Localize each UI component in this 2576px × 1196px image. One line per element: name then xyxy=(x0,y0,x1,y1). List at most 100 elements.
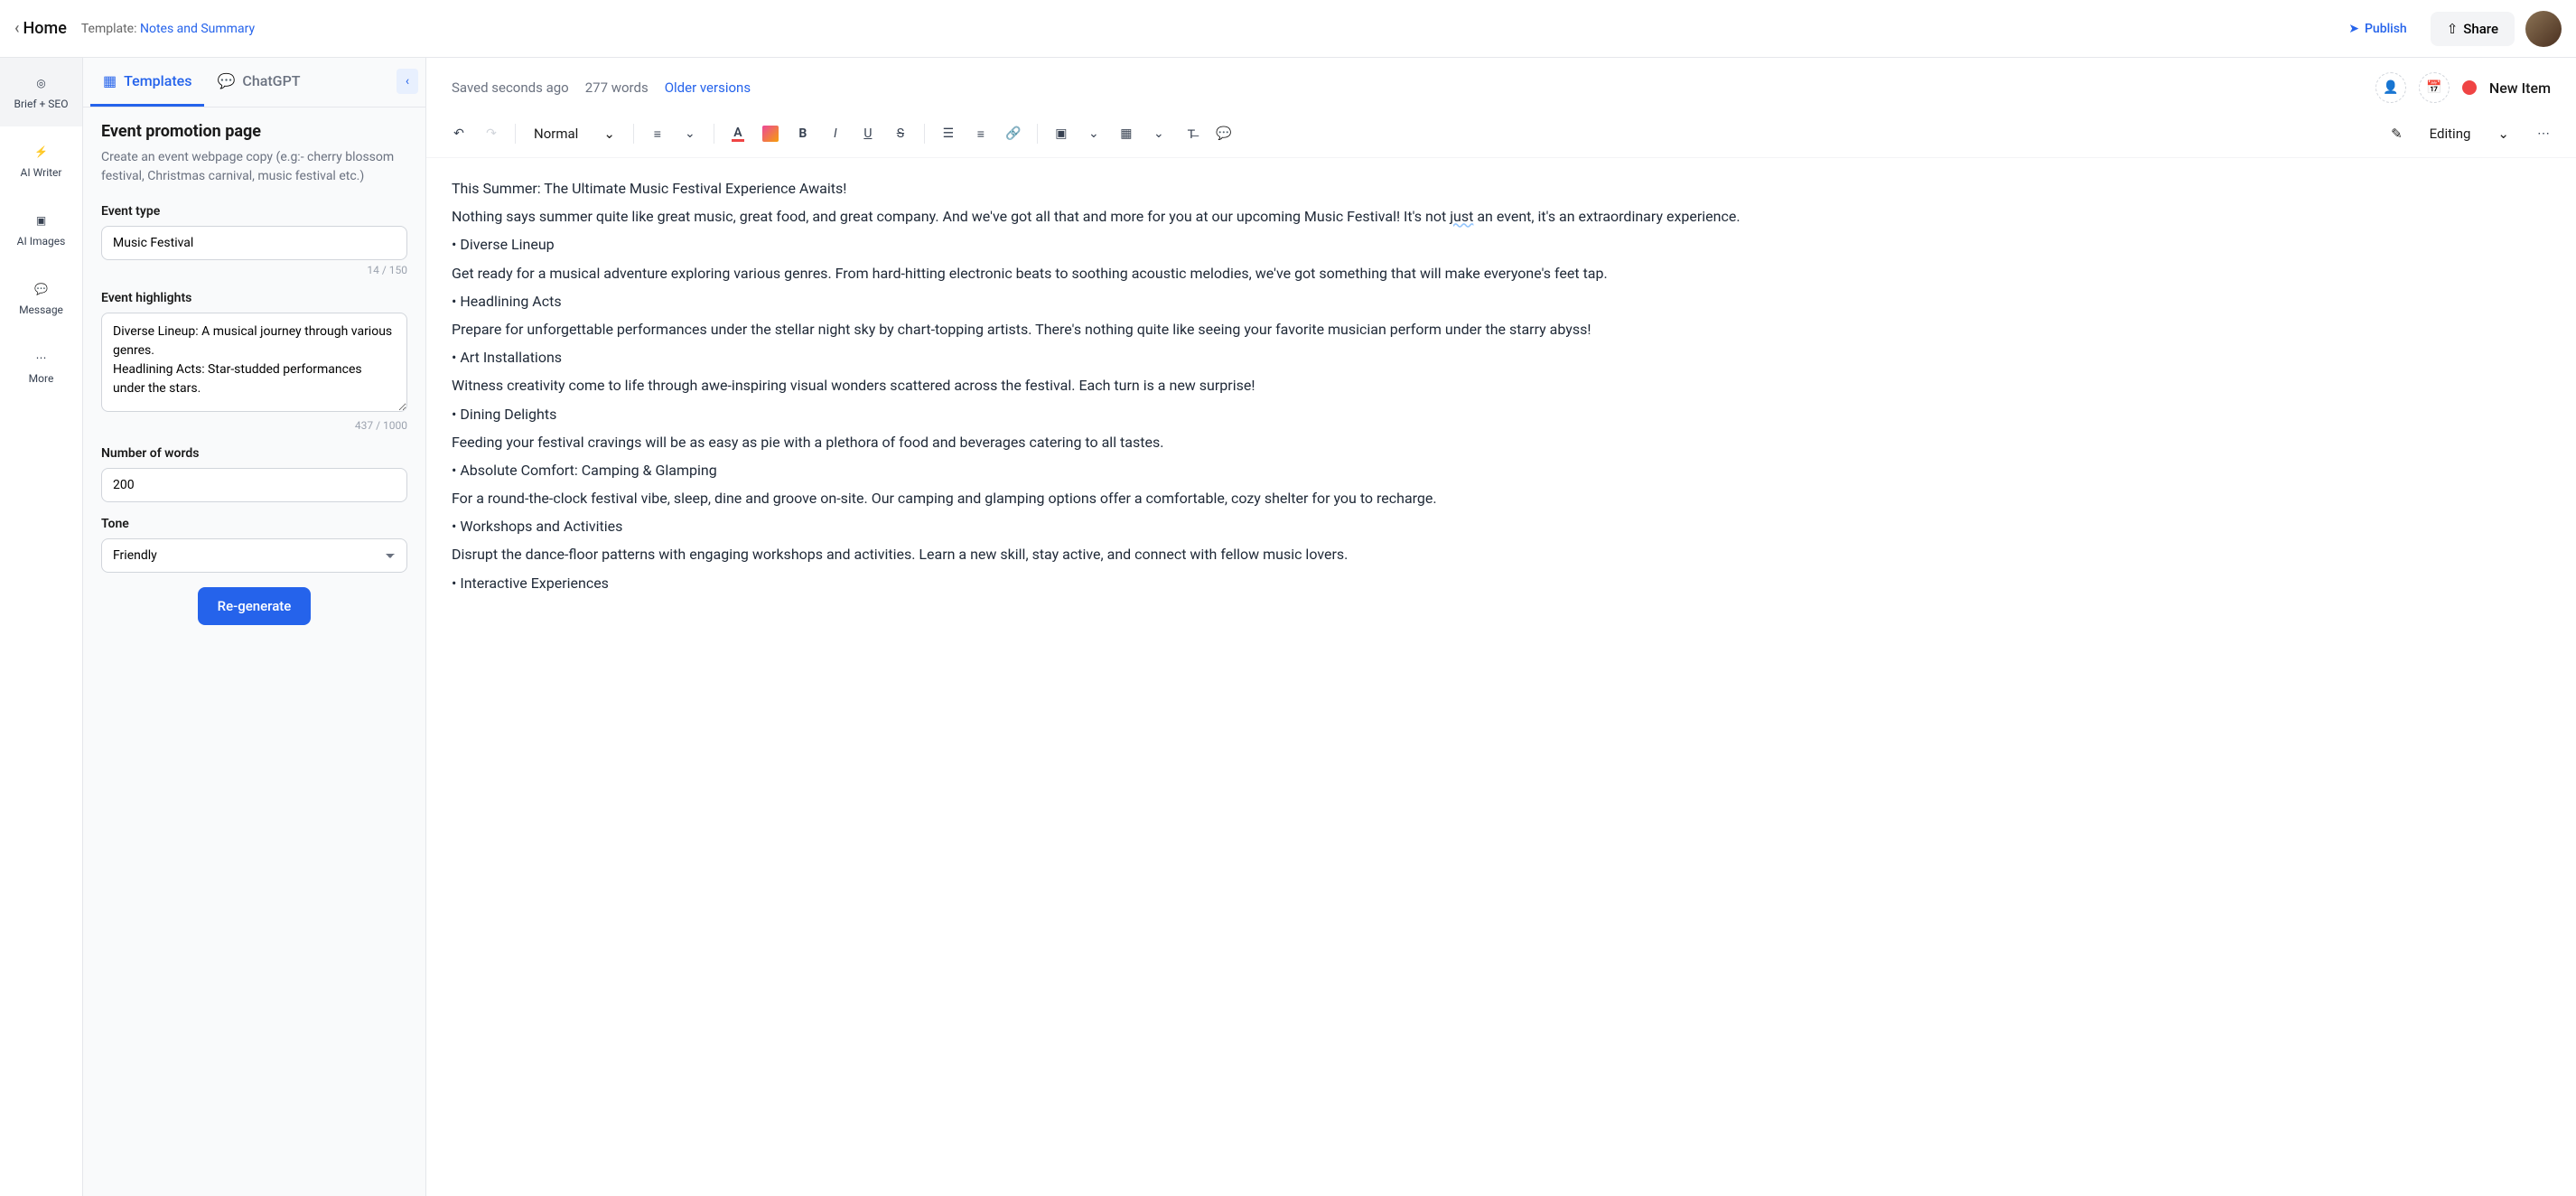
person-plus-icon: 👤 xyxy=(2383,80,2398,95)
nav-label: AI Images xyxy=(17,235,66,248)
template-name[interactable]: Notes and Summary xyxy=(140,22,255,36)
add-collaborator-button[interactable]: 👤 xyxy=(2375,72,2406,103)
link-button[interactable]: 🔗 xyxy=(999,119,1028,148)
paragraph: Nothing says summer quite like great mus… xyxy=(452,204,2551,229)
share-button[interactable]: ⇧ Share xyxy=(2431,12,2515,46)
header-right: 👤 📅 New Item xyxy=(2375,72,2551,103)
dots-icon: ⋯ xyxy=(2537,126,2550,141)
bolt-icon: ⚡ xyxy=(33,143,51,161)
highlights-label: Event highlights xyxy=(101,291,407,305)
bullet: • Dining Delights xyxy=(452,402,2551,426)
tab-label: ChatGPT xyxy=(242,72,300,89)
link-icon: 🔗 xyxy=(1005,126,1021,141)
comment-button[interactable]: 💬 xyxy=(1209,119,1238,148)
collapse-sidebar-button[interactable]: ‹ xyxy=(397,69,418,94)
template-info: Template: Notes and Summary xyxy=(81,22,255,36)
event-type-input[interactable] xyxy=(101,226,407,260)
field-event-type: Event type 14 / 150 xyxy=(101,204,407,276)
regenerate-button[interactable]: Re-generate xyxy=(198,587,312,625)
bullet-list-button[interactable]: ☰ xyxy=(934,119,963,148)
table-button[interactable]: ▦ xyxy=(1112,119,1141,148)
tab-templates[interactable]: ▦ Templates xyxy=(90,58,204,107)
upload-icon: ⇧ xyxy=(2447,21,2459,37)
publish-button[interactable]: ➤ Publish xyxy=(2336,14,2419,43)
saved-status: Saved seconds ago xyxy=(452,79,569,96)
nav-ai-writer[interactable]: ⚡ AI Writer xyxy=(0,126,82,195)
content-area[interactable]: This Summer: The Ultimate Music Festival… xyxy=(426,158,2576,1196)
italic-button[interactable]: I xyxy=(821,119,850,148)
form: Event promotion page Create an event web… xyxy=(83,107,425,1196)
avatar[interactable] xyxy=(2525,11,2562,47)
sidebar: ▦ Templates 💬 ChatGPT ‹ Event promotion … xyxy=(83,58,426,1196)
event-type-count: 14 / 150 xyxy=(101,264,407,276)
nav-message[interactable]: 💬 Message xyxy=(0,264,82,332)
bold-button[interactable]: B xyxy=(789,119,817,148)
field-tone: Tone Friendly xyxy=(101,517,407,573)
align-left-icon: ≡ xyxy=(654,126,661,142)
mode-label: Editing xyxy=(2430,126,2471,142)
toolbar: ↶ ↷ Normal ⌄ ≡ ⌄ A B I U S ☰ ≡ 🔗 ▣ ⌄ ▦ xyxy=(426,110,2576,158)
undo-icon: ↶ xyxy=(453,126,464,141)
strike-icon: S xyxy=(897,126,904,141)
image-icon: ▣ xyxy=(1055,126,1067,141)
words-input[interactable] xyxy=(101,468,407,502)
highlight-button[interactable] xyxy=(756,119,785,148)
page-title: Event promotion page xyxy=(101,122,407,141)
highlights-count: 437 / 1000 xyxy=(101,419,407,432)
bullet: • Headlining Acts xyxy=(452,289,2551,313)
undo-button[interactable]: ↶ xyxy=(444,119,473,148)
home-label: Home xyxy=(23,19,67,38)
style-label: Normal xyxy=(534,126,578,142)
redo-button[interactable]: ↷ xyxy=(477,119,506,148)
top-right: ➤ Publish ⇧ Share xyxy=(2336,11,2562,47)
align-dropdown[interactable]: ⌄ xyxy=(676,119,705,148)
status-dot-icon xyxy=(2462,80,2477,95)
paragraph-style-select[interactable]: Normal ⌄ xyxy=(525,126,624,142)
strikethrough-button[interactable]: S xyxy=(886,119,915,148)
highlight-icon xyxy=(762,126,779,142)
bold-icon: B xyxy=(798,126,807,141)
publish-label: Publish xyxy=(2365,22,2407,36)
nav-more[interactable]: ⋯ More xyxy=(0,332,82,401)
tab-label: Templates xyxy=(124,72,191,89)
nav-ai-images[interactable]: ▣ AI Images xyxy=(0,195,82,264)
home-link[interactable]: ‹ Home xyxy=(14,19,67,38)
side-nav: ◎ Brief + SEO ⚡ AI Writer ▣ AI Images 💬 … xyxy=(0,58,83,1196)
underline-button[interactable]: U xyxy=(854,119,882,148)
highlights-input[interactable] xyxy=(101,313,407,412)
older-versions-link[interactable]: Older versions xyxy=(665,79,751,96)
chevron-down-icon: ⌄ xyxy=(1153,126,1164,141)
image-button[interactable]: ▣ xyxy=(1047,119,1076,148)
more-options-button[interactable]: ⋯ xyxy=(2529,119,2558,148)
chat-icon: 💬 xyxy=(217,72,235,89)
templates-icon: ▦ xyxy=(103,72,117,89)
template-prefix: Template: xyxy=(81,22,140,36)
clear-format-button[interactable]: T̶ xyxy=(1177,119,1206,148)
tab-chatgpt[interactable]: 💬 ChatGPT xyxy=(204,58,313,107)
bullet: • Workshops and Activities xyxy=(452,514,2551,538)
chevron-down-icon: ⌄ xyxy=(1088,126,1099,141)
text-color-icon: A xyxy=(732,126,743,142)
calendar-icon-plus: 📅 xyxy=(2426,80,2441,95)
schedule-button[interactable]: 📅 xyxy=(2419,72,2450,103)
editing-mode-select[interactable]: ✎ Editing ⌄ xyxy=(2380,120,2520,147)
main: ◎ Brief + SEO ⚡ AI Writer ▣ AI Images 💬 … xyxy=(0,58,2576,1196)
bullet: • Absolute Comfort: Camping & Glamping xyxy=(452,458,2551,482)
editor: Saved seconds ago 277 words Older versio… xyxy=(426,58,2576,1196)
numbered-list-button[interactable]: ≡ xyxy=(966,119,995,148)
word-count: 277 words xyxy=(585,79,649,96)
table-dropdown[interactable]: ⌄ xyxy=(1144,119,1173,148)
share-label: Share xyxy=(2463,21,2498,37)
bullet: • Diverse Lineup xyxy=(452,232,2551,257)
separator xyxy=(924,124,925,144)
underline-icon: U xyxy=(863,126,872,141)
image-dropdown[interactable]: ⌄ xyxy=(1079,119,1108,148)
chevron-down-icon: ⌄ xyxy=(2497,126,2509,142)
align-button[interactable]: ≡ xyxy=(643,119,672,148)
event-type-label: Event type xyxy=(101,204,407,219)
tone-select[interactable]: Friendly xyxy=(101,538,407,573)
text-color-button[interactable]: A xyxy=(723,119,752,148)
nav-brief-seo[interactable]: ◎ Brief + SEO xyxy=(0,58,82,126)
paragraph: Witness creativity come to life through … xyxy=(452,373,2551,397)
separator xyxy=(633,124,634,144)
